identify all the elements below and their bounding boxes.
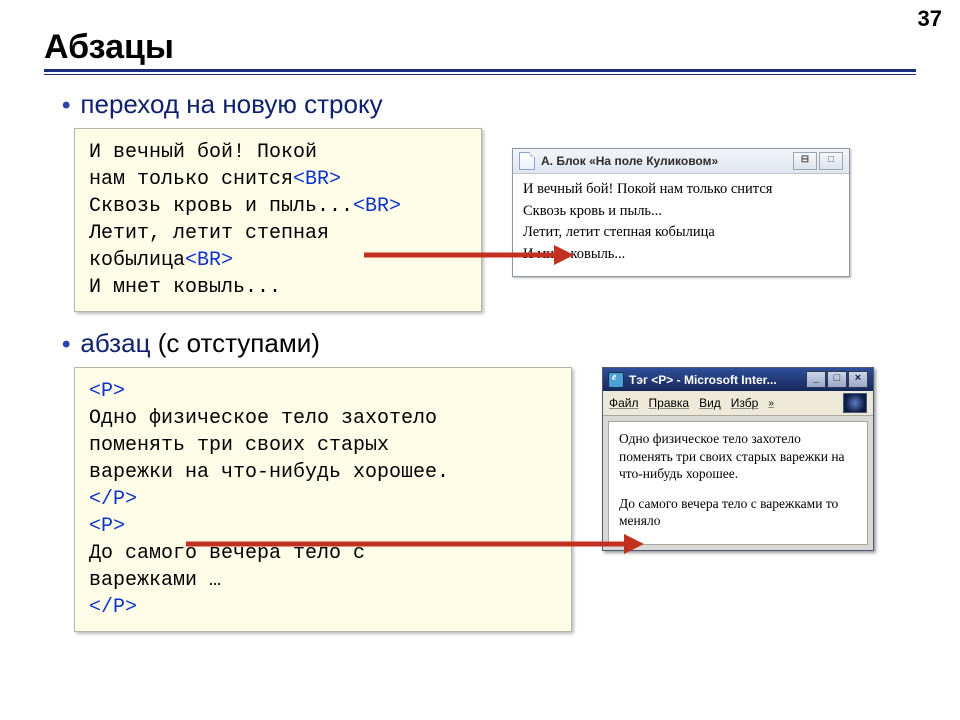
menu-fav[interactable]: Избр: [731, 396, 759, 410]
tag-p-open: <P>: [89, 515, 125, 538]
menu-overflow-icon[interactable]: »: [768, 398, 774, 409]
code-box-p: <P> Одно физическое тело захотело поменя…: [74, 367, 572, 632]
tag-br: <BR>: [293, 168, 341, 191]
menu-edit[interactable]: Правка: [649, 396, 690, 410]
code-line: варежками …: [89, 569, 221, 592]
slide-title: Абзацы: [44, 28, 916, 67]
bullet-paragraph: • абзац (с отступами): [62, 328, 916, 359]
ie-icon: [608, 372, 624, 388]
window-max-button[interactable]: □: [819, 152, 843, 170]
slide-number: 37: [918, 6, 942, 32]
code-line: поменять три своих старых: [89, 434, 389, 457]
tag-p-open: <P>: [89, 380, 125, 403]
tag-p-close: </P>: [89, 596, 137, 619]
title-rule-thin: [44, 74, 916, 75]
row-br-example: И вечный бой! Покой нам только снится<BR…: [74, 128, 916, 312]
code-line: кобылица: [89, 249, 185, 272]
code-line: Летит, летит степная: [89, 222, 329, 245]
code-line: нам только снится: [89, 168, 293, 191]
browser-preview-br: А. Блок «На поле Куликовом» ⊟ □ И вечный…: [512, 148, 850, 277]
preview-paragraph: До самого вечера тело с варежками то мен…: [619, 495, 857, 530]
menu-view[interactable]: Вид: [699, 396, 721, 410]
tag-br: <BR>: [353, 195, 401, 218]
bullet-paragraph-rest: (с отступами): [150, 328, 319, 358]
code-line: До самого вечера тело с: [89, 542, 365, 565]
tag-br: <BR>: [185, 249, 233, 272]
window-titlebar: А. Блок «На поле Куликовом» ⊟ □: [513, 149, 849, 174]
window-min-button[interactable]: _: [806, 371, 826, 388]
bullet-paragraph-word: абзац: [80, 328, 150, 358]
bullet-dot-icon: •: [62, 333, 70, 357]
menu-file[interactable]: Файл: [609, 396, 639, 410]
window-max-button[interactable]: □: [827, 371, 847, 388]
browser-body: И вечный бой! Покой нам только снится Ск…: [513, 174, 849, 276]
tag-p-close: </P>: [89, 488, 137, 511]
preview-line: И мнет ковыль...: [523, 245, 839, 265]
code-box-br: И вечный бой! Покой нам только снится<BR…: [74, 128, 482, 312]
code-line: варежки на что-нибудь хорошее.: [89, 461, 449, 484]
bullet-dot-icon: •: [62, 94, 70, 118]
title-rule-thick: [44, 69, 916, 72]
row-p-example: <P> Одно физическое тело захотело поменя…: [74, 367, 916, 632]
page-icon: [519, 152, 535, 170]
browser-body: Одно физическое тело захотело поменять т…: [608, 421, 868, 545]
code-line: Одно физическое тело захотело: [89, 407, 437, 430]
window-close-button[interactable]: ×: [848, 371, 868, 388]
preview-line: Сквозь кровь и пыль...: [523, 202, 839, 222]
code-line: И мнет ковыль...: [89, 276, 281, 299]
preview-line: Летит, летит степная кобылица: [523, 223, 839, 243]
window-min-button[interactable]: ⊟: [793, 152, 817, 170]
ie-throbber-icon: [843, 393, 867, 413]
window-titlebar: Тэг <P> - Microsoft Inter... _ □ ×: [603, 368, 873, 391]
window-title: А. Блок «На поле Куликовом»: [541, 154, 718, 168]
slide-content: Абзацы • переход на новую строку И вечны…: [0, 0, 960, 632]
bullet-newline: • переход на новую строку: [62, 89, 916, 120]
window-title: Тэг <P> - Microsoft Inter...: [629, 373, 777, 387]
code-line: И вечный бой! Покой: [89, 141, 317, 164]
window-menubar: Файл Правка Вид Избр »: [603, 391, 873, 416]
preview-line: И вечный бой! Покой нам только снится: [523, 180, 839, 200]
preview-paragraph: Одно физическое тело захотело поменять т…: [619, 430, 857, 483]
code-line: Сквозь кровь и пыль...: [89, 195, 353, 218]
browser-preview-p: Тэг <P> - Microsoft Inter... _ □ × Файл …: [602, 367, 874, 551]
bullet-newline-text: переход на новую строку: [80, 89, 382, 120]
